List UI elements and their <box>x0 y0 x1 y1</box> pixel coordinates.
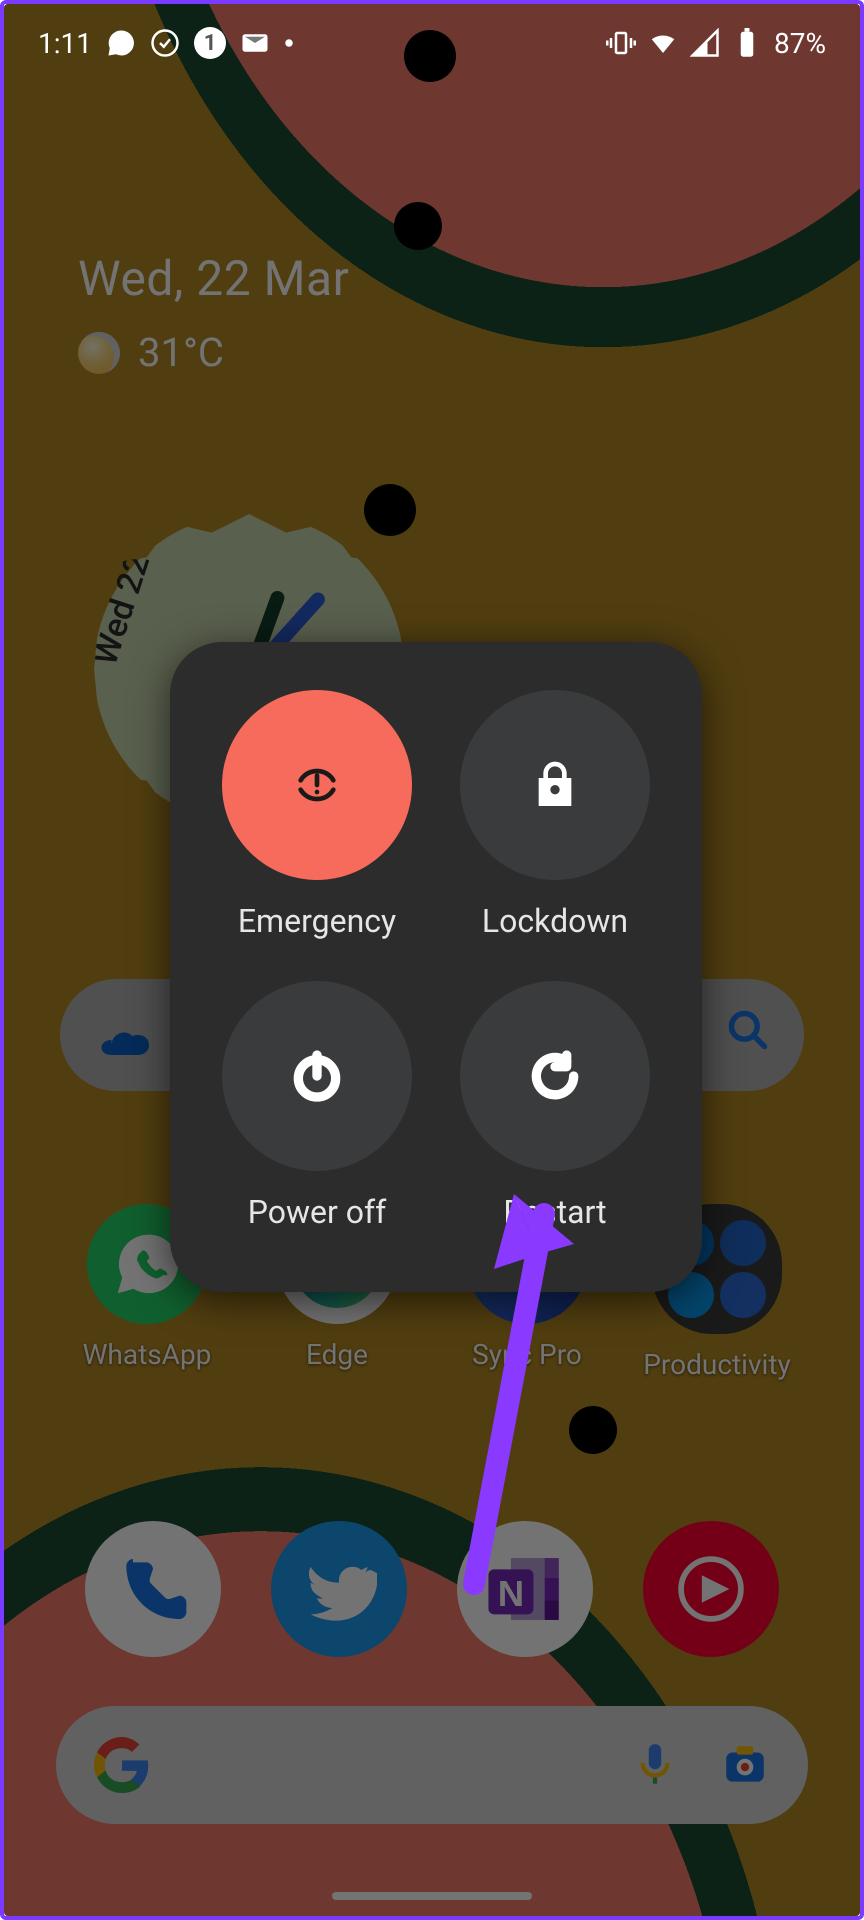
sync-notification-icon <box>150 28 180 58</box>
emergency-button[interactable]: Emergency <box>202 690 432 961</box>
restart-button[interactable]: Restart <box>440 981 670 1252</box>
power-off-button[interactable]: Power off <box>202 981 432 1252</box>
vibrate-icon <box>606 28 636 58</box>
notification-count-badge: 1 <box>194 27 226 59</box>
status-time: 1:11 <box>38 27 92 60</box>
outlook-notification-icon <box>240 28 270 58</box>
battery-percentage: 87% <box>774 27 826 60</box>
camera-cutout <box>404 30 456 82</box>
restart-icon <box>527 1048 583 1104</box>
lockdown-button[interactable]: Lockdown <box>440 690 670 961</box>
wifi-icon <box>648 28 678 58</box>
power-off-label: Power off <box>248 1193 387 1231</box>
power-menu: Emergency Lockdown Power off <box>170 642 702 1292</box>
cellular-signal-icon <box>690 28 720 58</box>
home-screen: Wed, 22 Mar 31°C Wed 22 WhatsApp <box>4 4 860 1916</box>
emergency-label: Emergency <box>238 902 396 940</box>
dot-icon <box>284 28 294 58</box>
chat-notification-icon <box>106 28 136 58</box>
battery-icon <box>732 28 762 58</box>
power-off-icon <box>289 1048 345 1104</box>
emergency-icon <box>289 757 345 813</box>
lockdown-label: Lockdown <box>482 902 628 940</box>
lockdown-icon <box>527 757 583 813</box>
restart-label: Restart <box>503 1193 606 1231</box>
